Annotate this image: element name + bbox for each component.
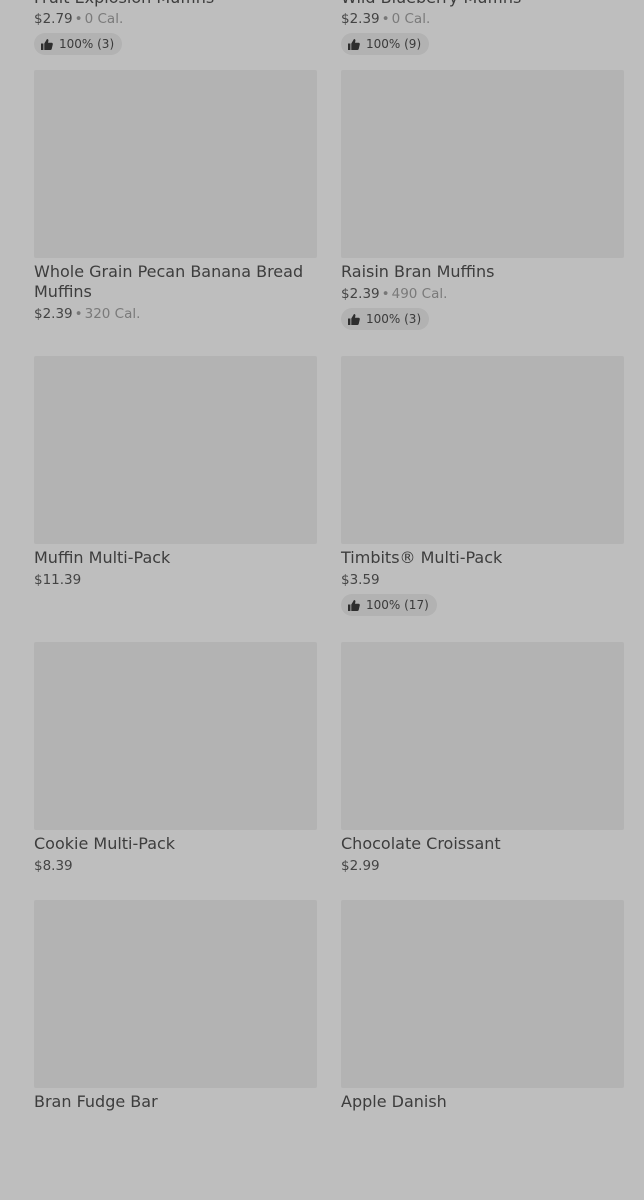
product-meta: $11.39 — [34, 571, 317, 589]
product-meta: $3.59 — [341, 571, 624, 589]
product-name: Apple Danish — [341, 1092, 447, 1111]
product-image — [34, 70, 317, 258]
product-name: Raisin Bran Muffins — [341, 262, 495, 281]
product-price: $2.79 — [34, 11, 73, 27]
product-card[interactable]: Wild Blueberry Muffins $2.39•0 Cal. 100%… — [341, 0, 624, 70]
separator-dot: • — [74, 11, 83, 27]
product-image — [34, 356, 317, 544]
product-image — [34, 900, 317, 1088]
separator-dot: • — [74, 306, 83, 322]
product-price: $2.39 — [341, 11, 380, 27]
rating-badge: 100% (9) — [341, 33, 430, 55]
product-price: $11.39 — [34, 572, 82, 588]
thumbs-up-icon — [348, 313, 360, 325]
product-name: Whole Grain Pecan Banana Bread Muffins — [34, 262, 304, 301]
rating-badge: 100% (17) — [341, 594, 437, 616]
product-name: Bran Fudge Bar — [34, 1092, 158, 1111]
product-calories: 490 Cal. — [391, 286, 448, 302]
product-card[interactable]: Chocolate Croissant $2.99 — [341, 642, 624, 900]
separator-dot: • — [381, 286, 390, 302]
thumbs-up-icon — [41, 38, 53, 50]
product-card[interactable]: Timbits® Multi-Pack $3.59 100% (17) — [341, 356, 624, 642]
product-calories: 0 Cal. — [84, 11, 124, 27]
product-card[interactable]: Apple Danish — [341, 900, 624, 1200]
product-meta: $2.79 • 0 Cal. — [34, 10, 317, 28]
product-image — [341, 356, 624, 544]
separator-dot: • — [381, 11, 390, 27]
rating-text: 100% (3) — [59, 37, 115, 51]
product-card[interactable]: Cookie Multi-Pack $8.39 — [34, 642, 317, 900]
product-image — [341, 642, 624, 830]
rating-badge: 100% (3) — [34, 33, 123, 55]
product-card[interactable]: Fruit Explosion Muffins $2.79•0 Cal. 100… — [34, 0, 317, 70]
product-image — [341, 900, 624, 1088]
rating-badge: 100% (3) — [341, 308, 430, 330]
product-card[interactable]: Raisin Bran Muffins $2.39 • 490 Cal. 100% … — [341, 70, 624, 356]
product-name: Cookie Multi-Pack — [34, 834, 176, 853]
product-name: Wild Blueberry Muffins — [341, 0, 624, 8]
product-card[interactable]: Bran Fudge Bar — [34, 900, 317, 1200]
product-meta: $8.39 — [34, 857, 317, 875]
product-price: $3.59 — [341, 572, 380, 588]
product-card[interactable]: Whole Grain Pecan Banana Bread Muffins $… — [34, 70, 317, 356]
rating-text: 100% (3) — [366, 312, 422, 326]
product-name: Chocolate Croissant — [341, 834, 501, 853]
product-name: Muffin Multi-Pack — [34, 548, 171, 567]
product-grid: Fruit Explosion Muffins $2.79•0 Cal. 100… — [34, 0, 624, 1200]
thumbs-up-icon — [348, 38, 360, 50]
product-meta: $2.99 — [341, 857, 624, 875]
product-meta: $2.39 • 320 Cal. — [34, 305, 317, 323]
product-name: Fruit Explosion Muffins — [34, 0, 317, 8]
product-meta: $2.39 • 490 Cal. — [341, 285, 624, 303]
product-price: $2.39 — [341, 286, 380, 302]
product-image — [341, 70, 624, 258]
product-calories: 320 Cal. — [84, 306, 141, 322]
thumbs-up-icon — [348, 599, 360, 611]
product-price: $2.99 — [341, 858, 380, 874]
rating-text: 100% (9) — [366, 37, 422, 51]
product-card[interactable]: Muffin Multi-Pack $11.39 — [34, 356, 317, 642]
rating-text: 100% (17) — [366, 598, 429, 612]
product-price: $2.39 — [34, 306, 73, 322]
product-meta: $2.39 • 0 Cal. — [341, 10, 624, 28]
product-name: Timbits® Multi-Pack — [341, 548, 503, 567]
product-image — [34, 642, 317, 830]
product-calories: 0 Cal. — [391, 11, 431, 27]
product-price: $8.39 — [34, 858, 73, 874]
